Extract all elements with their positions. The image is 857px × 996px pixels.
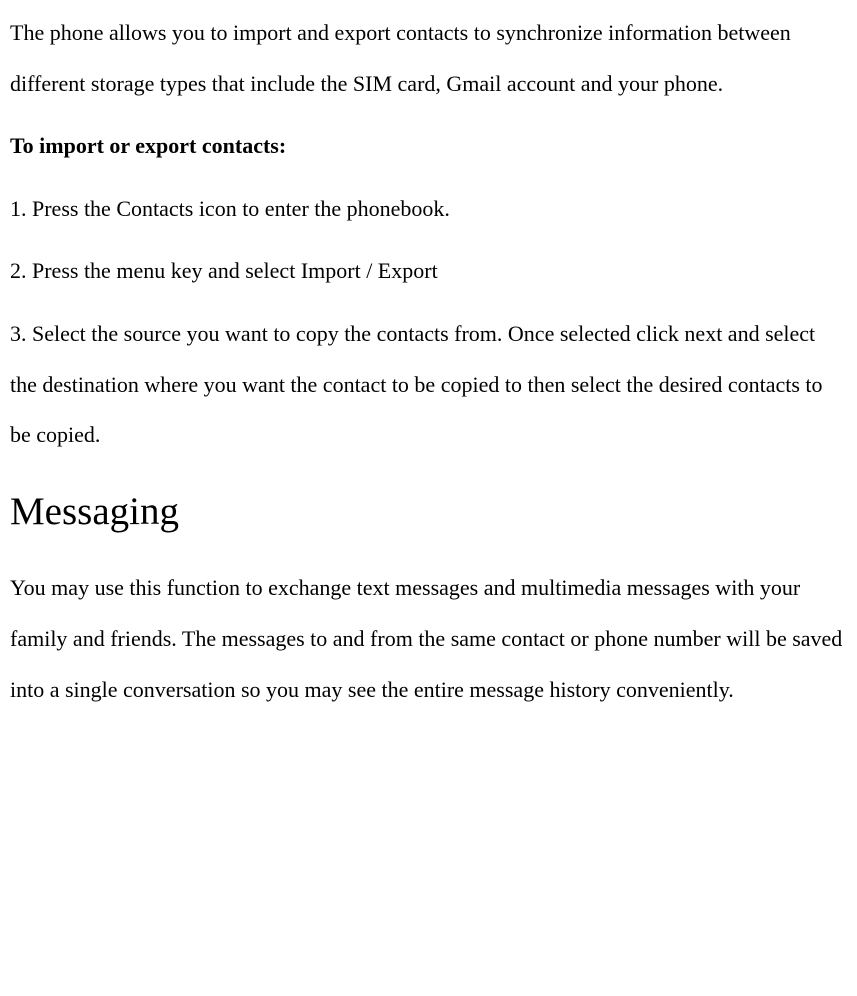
step-3: 3. Select the source you want to copy th… — [10, 309, 847, 461]
subheading-import-export: To import or export contacts: — [10, 121, 847, 172]
step-1: 1. Press the Contacts icon to enter the … — [10, 184, 847, 235]
intro-paragraph: The phone allows you to import and expor… — [10, 8, 847, 109]
step-2: 2. Press the menu key and select Import … — [10, 246, 847, 297]
messaging-paragraph: You may use this function to exchange te… — [10, 563, 847, 715]
section-heading-messaging: Messaging — [10, 487, 847, 538]
